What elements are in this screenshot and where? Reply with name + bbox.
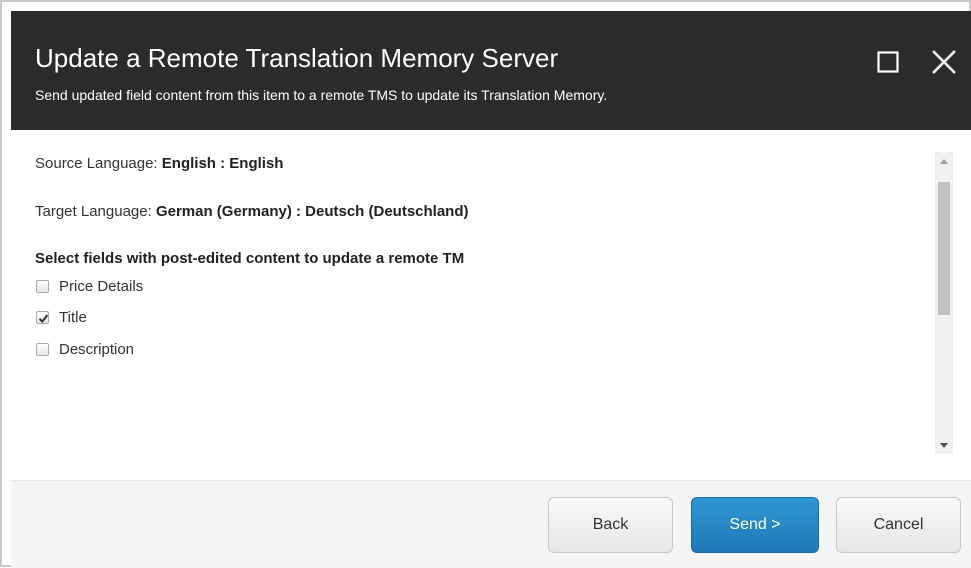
dialog-body: Source Language: English : English Targe… — [11, 130, 971, 480]
scroll-thumb[interactable] — [938, 182, 950, 315]
source-language-label: Source Language: — [35, 155, 162, 172]
checkbox-label: Description — [59, 340, 135, 358]
close-icon — [932, 50, 956, 74]
checkmark-icon — [38, 314, 49, 323]
checkbox-title[interactable] — [36, 310, 49, 324]
dialog-title: Update a Remote Translation Memory Serve… — [35, 43, 559, 73]
send-button[interactable]: Send > — [691, 497, 819, 553]
checkbox-price-details[interactable] — [36, 279, 49, 293]
checkbox-description[interactable] — [36, 342, 49, 356]
dialog-footer: Back Send > Cancel — [11, 480, 971, 568]
source-language-value: English : English — [161, 155, 284, 172]
scroll-down-button[interactable] — [935, 436, 953, 454]
back-button[interactable]: Back — [548, 497, 673, 553]
vertical-scrollbar[interactable] — [935, 152, 953, 454]
maximize-button[interactable] — [877, 51, 899, 73]
target-language: Target Language: German (Germany) : Deut… — [35, 203, 469, 220]
target-language-label: Target Language: — [35, 203, 156, 220]
source-language: Source Language: English : English — [35, 155, 283, 172]
cancel-button[interactable]: Cancel — [836, 497, 961, 553]
scroll-up-arrow-icon — [940, 158, 948, 164]
target-language-value: German (Germany) : Deutsch (Deutschland) — [155, 203, 469, 220]
dialog-header: Update a Remote Translation Memory Serve… — [11, 11, 971, 130]
fields-heading: Select fields with post-edited content t… — [35, 250, 465, 267]
scroll-down-arrow-icon — [940, 442, 948, 448]
close-button[interactable] — [931, 49, 957, 75]
dialog-subtitle: Send updated field content from this ite… — [35, 87, 608, 103]
field-checkbox-description[interactable]: Description — [36, 339, 134, 359]
maximize-icon — [877, 51, 899, 73]
checkbox-label: Price Details — [59, 277, 144, 295]
field-checkbox-price-details[interactable]: Price Details — [36, 276, 143, 296]
scroll-up-button[interactable] — [935, 152, 953, 170]
dialog-window: Update a Remote Translation Memory Serve… — [0, 0, 971, 568]
checkbox-label: Title — [59, 308, 87, 326]
field-checkbox-title[interactable]: Title — [36, 307, 87, 327]
